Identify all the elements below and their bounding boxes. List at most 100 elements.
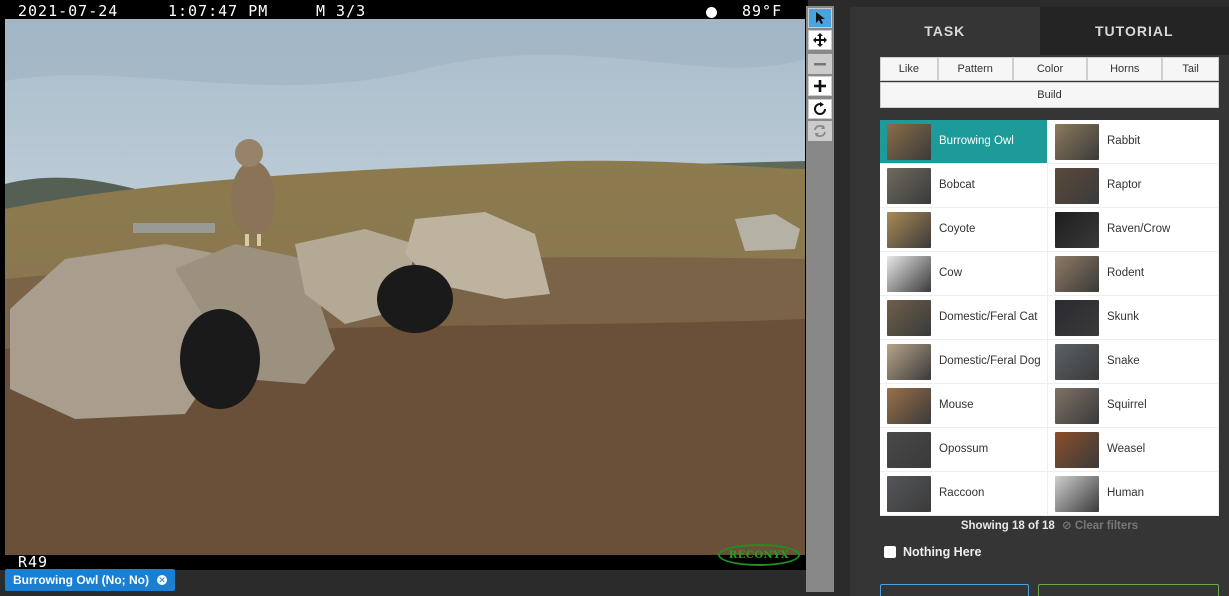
species-option[interactable]: Raptor (1048, 164, 1219, 208)
secondary-action-button[interactable] (880, 584, 1029, 596)
nothing-here-label: Nothing Here (903, 545, 982, 559)
move-tool-button[interactable] (808, 30, 832, 50)
species-label: Raccoon (939, 487, 985, 499)
tab-tutorial[interactable]: TUTORIAL (1039, 7, 1229, 55)
species-option[interactable]: Mouse (880, 384, 1048, 428)
temperature-readout: 89°F (742, 2, 783, 20)
subject-image-viewer[interactable]: 2021-07-24 1:07:47 PM M 3/3 89°F R49 REC… (0, 0, 808, 571)
zoom-out-icon (814, 63, 826, 66)
app-root: 2021-07-24 1:07:47 PM M 3/3 89°F R49 REC… (0, 0, 1229, 596)
clear-filters-label: Clear filters (1074, 520, 1139, 532)
species-label: Rabbit (1107, 135, 1141, 147)
species-label: Domestic/Feral Dog (939, 355, 1041, 367)
species-label: Raven/Crow (1107, 223, 1171, 235)
panel-tabs: TASK TUTORIAL (850, 7, 1229, 55)
species-label: Snake (1107, 355, 1140, 367)
species-label: Burrowing Owl (939, 135, 1014, 147)
species-label: Bobcat (939, 179, 975, 191)
camera-trap-photo[interactable] (5, 19, 805, 555)
species-option[interactable]: Squirrel (1048, 384, 1219, 428)
annotation-label: Burrowing Owl (No; No) (13, 573, 149, 587)
species-thumbnail (887, 211, 931, 248)
filter-pattern-button[interactable]: Pattern (937, 57, 1013, 81)
image-toolbar (806, 6, 834, 592)
zoom-in-icon (814, 80, 826, 92)
species-option[interactable]: Cow (880, 252, 1048, 296)
characteristic-filters: Like Pattern Color Horns Tail Build (880, 57, 1219, 108)
species-thumbnail (887, 255, 931, 292)
tab-task[interactable]: TASK (850, 7, 1040, 55)
species-thumbnail (1055, 431, 1099, 468)
checkbox-box[interactable] (884, 546, 896, 558)
filter-color-button[interactable]: Color (1012, 57, 1088, 81)
species-option[interactable]: Rodent (1048, 252, 1219, 296)
species-thumbnail (887, 475, 931, 512)
timestamp-date: 2021-07-24 (18, 2, 119, 20)
species-option[interactable]: Skunk (1048, 296, 1219, 340)
species-label: Domestic/Feral Cat (939, 311, 1038, 323)
species-thumbnail (1055, 123, 1099, 160)
species-option[interactable]: Burrowing Owl (880, 120, 1048, 164)
filter-tail-button[interactable]: Tail (1162, 57, 1219, 81)
species-label: Human (1107, 487, 1145, 499)
species-option[interactable]: Domestic/Feral Cat (880, 296, 1048, 340)
species-option[interactable]: Opossum (880, 428, 1048, 472)
species-label: Opossum (939, 443, 989, 455)
nothing-here-checkbox[interactable]: Nothing Here (884, 545, 981, 559)
reconyx-logo: RECONYX (718, 544, 800, 566)
species-thumbnail (1055, 167, 1099, 204)
species-label: Skunk (1107, 311, 1139, 323)
species-option[interactable]: Domestic/Feral Dog (880, 340, 1048, 384)
zoom-out-button[interactable] (808, 54, 832, 74)
species-label: Rodent (1107, 267, 1145, 279)
species-thumbnail (887, 123, 931, 160)
species-thumbnail (887, 387, 931, 424)
showing-count: Showing 18 of 18 (960, 520, 1055, 532)
species-option[interactable]: Rabbit (1048, 120, 1219, 164)
species-option[interactable]: Human (1048, 472, 1219, 516)
species-option[interactable]: Snake (1048, 340, 1219, 384)
clear-icon: ⊘ (1062, 520, 1072, 532)
reset-view-button[interactable] (808, 121, 832, 141)
species-option[interactable]: Raven/Crow (1048, 208, 1219, 252)
close-icon[interactable]: ✕ (156, 575, 167, 585)
species-option[interactable]: Coyote (880, 208, 1048, 252)
brand-label: RECONYX (728, 549, 790, 561)
species-label: Coyote (939, 223, 976, 235)
species-thumbnail (887, 431, 931, 468)
frame-indicator: M 3/3 (316, 2, 367, 20)
filter-horns-button[interactable]: Horns (1087, 57, 1163, 81)
species-thumbnail (887, 299, 931, 336)
species-thumbnail (1055, 475, 1099, 512)
species-thumbnail (1055, 255, 1099, 292)
task-panel: TASK TUTORIAL Like Pattern Color Horns T… (850, 7, 1229, 596)
species-label: Raptor (1107, 179, 1142, 191)
rotate-icon (814, 102, 826, 115)
species-choice-grid: Burrowing Owl Rabbit Bobcat Raptor Coyote Rav… (880, 120, 1219, 516)
clear-filters-button[interactable]: ⊘ Clear filters (1062, 520, 1138, 532)
filter-status: Showing 18 of 18 ⊘ Clear filters (880, 518, 1219, 532)
timestamp-time: 1:07:47 PM (168, 2, 269, 20)
species-thumbnail (1055, 299, 1099, 336)
primary-action-button[interactable] (1038, 584, 1219, 596)
move-icon (813, 33, 827, 47)
species-label: Weasel (1107, 443, 1146, 455)
reset-icon (814, 125, 826, 137)
rotate-button[interactable] (808, 99, 832, 119)
species-thumbnail (887, 343, 931, 380)
species-label: Mouse (939, 399, 974, 411)
annotation-chip[interactable]: Burrowing Owl (No; No) ✕ (5, 569, 175, 591)
pointer-tool-button[interactable] (808, 8, 832, 28)
species-option[interactable]: Weasel (1048, 428, 1219, 472)
zoom-in-button[interactable] (808, 76, 832, 96)
species-option[interactable]: Raccoon (880, 472, 1048, 516)
filter-build-button[interactable]: Build (880, 82, 1219, 108)
pointer-icon (816, 12, 825, 24)
full-moon-icon (706, 7, 717, 18)
species-label: Cow (939, 267, 963, 279)
species-thumbnail (1055, 211, 1099, 248)
species-option[interactable]: Bobcat (880, 164, 1048, 208)
species-thumbnail (1055, 343, 1099, 380)
species-label: Squirrel (1107, 399, 1147, 411)
filter-like-button[interactable]: Like (880, 57, 938, 81)
